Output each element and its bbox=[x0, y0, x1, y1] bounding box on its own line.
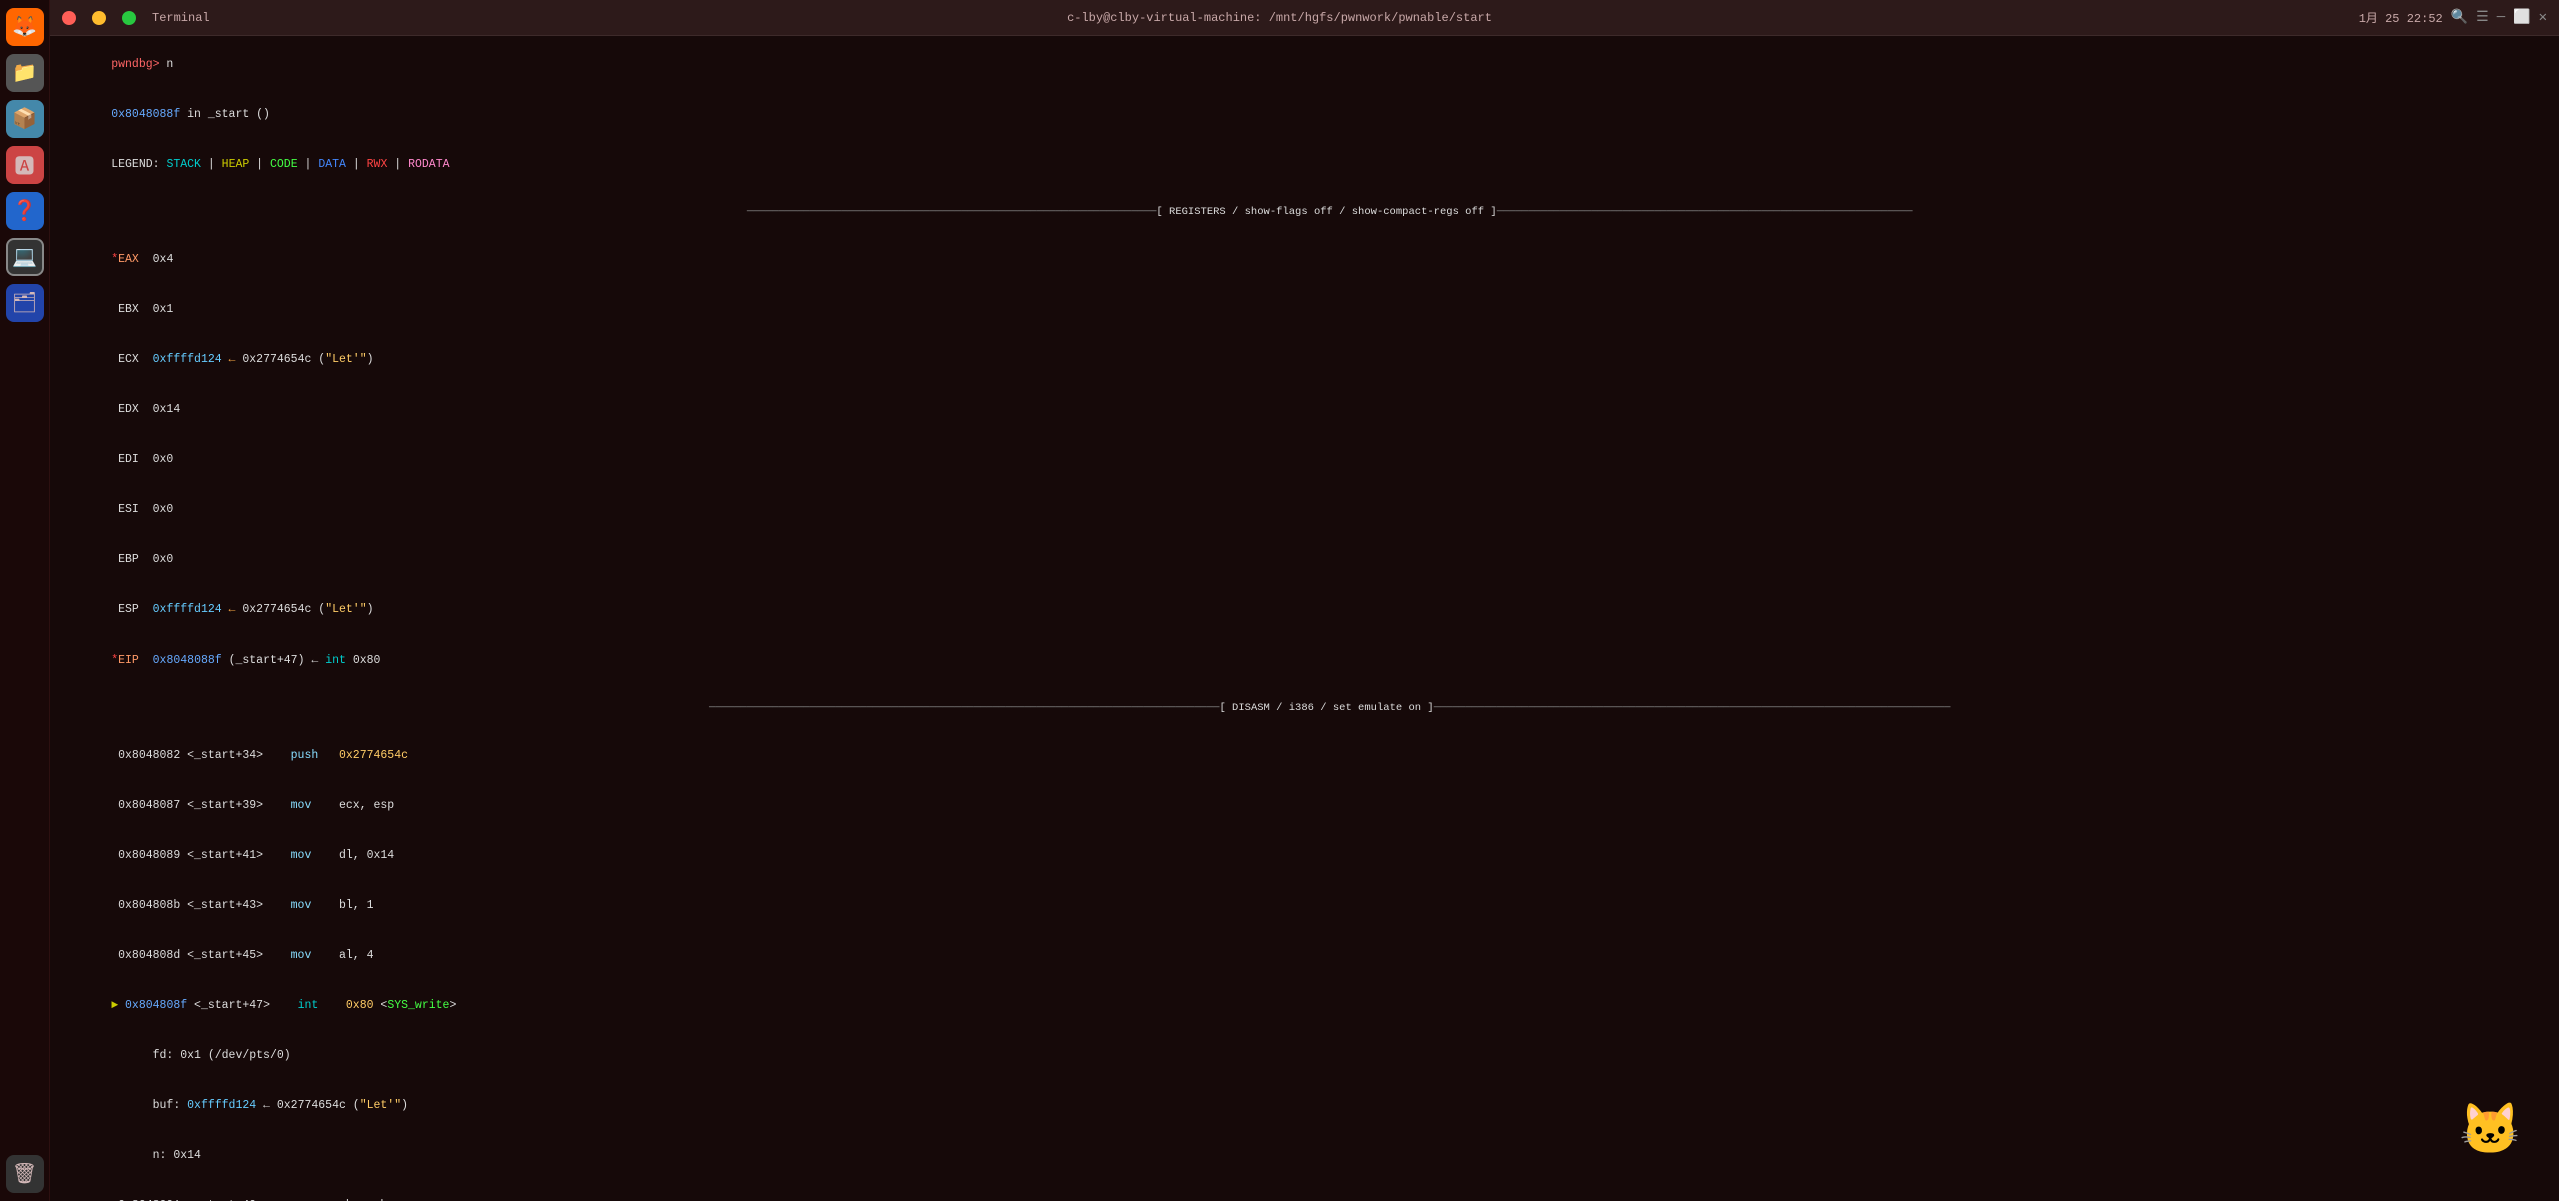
minimize-btn[interactable] bbox=[92, 11, 106, 25]
disasm-1: 0x8048082 <_start+34> push 0x2774654c bbox=[56, 732, 2553, 782]
legend-line: LEGEND: STACK | HEAP | CODE | DATA | RWX… bbox=[56, 140, 2553, 190]
reg-eax: *EAX 0x4 bbox=[56, 236, 2553, 286]
appstore-icon[interactable]: 🅰 bbox=[6, 146, 44, 184]
restore-icon[interactable]: ⬜ bbox=[2513, 9, 2530, 26]
disasm-3: 0x8048089 <_start+41> mov dl, 0x14 bbox=[56, 832, 2553, 882]
disasm-fd: fd: 0x1 (/dev/pts/0) bbox=[56, 1032, 2553, 1082]
addr-line: 0x8048088f in _start () bbox=[56, 90, 2553, 140]
taskbar: 🦊 📁 📦 🅰 ❓ 💻 🗂 🗑 bbox=[0, 0, 50, 1201]
disasm-buf: buf: 0xffffd124 ← 0x2774654c ("Let'") bbox=[56, 1082, 2553, 1132]
disasm-4: 0x804808b <_start+43> mov bl, 1 bbox=[56, 882, 2553, 932]
files-icon[interactable]: 📁 bbox=[6, 54, 44, 92]
software-icon[interactable]: 📦 bbox=[6, 100, 44, 138]
reg-esi: ESI 0x0 bbox=[56, 486, 2553, 536]
disasm-5: 0x804808d <_start+45> mov al, 4 bbox=[56, 932, 2553, 982]
reg-edx: EDX 0x14 bbox=[56, 386, 2553, 436]
menu-icon[interactable]: ☰ bbox=[2476, 9, 2489, 26]
time-display: 1月 25 22:52 bbox=[2359, 9, 2443, 26]
registers-header: ────────────────────────────────────────… bbox=[56, 190, 2553, 236]
main-content: Terminal c-lby@clby-virtual-machine: /mn… bbox=[50, 0, 2559, 1201]
close-btn[interactable] bbox=[62, 11, 76, 25]
reg-ebx: EBX 0x1 bbox=[56, 286, 2553, 336]
help-icon[interactable]: ❓ bbox=[6, 192, 44, 230]
titlebar-right: 1月 25 22:52 🔍 ☰ ─ ⬜ ✕ bbox=[2359, 9, 2547, 26]
titlebar-left: Terminal bbox=[62, 11, 210, 25]
minimize-icon[interactable]: ─ bbox=[2497, 10, 2505, 26]
search-icon[interactable]: 🔍 bbox=[2451, 9, 2468, 26]
maximize-btn[interactable] bbox=[122, 11, 136, 25]
terminal-icon[interactable]: 💻 bbox=[6, 238, 44, 276]
nautilus-icon[interactable]: 🗂 bbox=[6, 284, 44, 322]
firefox-icon[interactable]: 🦊 bbox=[6, 8, 44, 46]
disasm-6: 0x8048091 <_start+49> xor ebx, ebx bbox=[56, 1182, 2553, 1201]
disasm-current: ► 0x804808f <_start+47> int 0x80 <SYS_wr… bbox=[56, 982, 2553, 1032]
reg-edi: EDI 0x0 bbox=[56, 436, 2553, 486]
reg-ebp: EBP 0x0 bbox=[56, 536, 2553, 586]
disasm-n: n: 0x14 bbox=[56, 1132, 2553, 1182]
reg-eip: *EIP 0x8048088f (_start+47) ← int 0x80 bbox=[56, 636, 2553, 686]
disasm-header: ────────────────────────────────────────… bbox=[56, 686, 2553, 732]
window-close-icon[interactable]: ✕ bbox=[2539, 9, 2547, 26]
terminal-content[interactable]: pwndbg> n 0x8048088f in _start () LEGEND… bbox=[50, 36, 2559, 1201]
window-title: c-lby@clby-virtual-machine: /mnt/hgfs/pw… bbox=[1067, 11, 1492, 25]
reg-esp: ESP 0xffffd124 ← 0x2774654c ("Let'") bbox=[56, 586, 2553, 636]
trash-icon[interactable]: 🗑 bbox=[6, 1155, 44, 1193]
main-window: 🦊 📁 📦 🅰 ❓ 💻 🗂 🗑 bbox=[0, 0, 2559, 1201]
disasm-2: 0x8048087 <_start+39> mov ecx, esp bbox=[56, 782, 2553, 832]
titlebar: Terminal c-lby@clby-virtual-machine: /mn… bbox=[50, 0, 2559, 36]
app-title: Terminal bbox=[152, 11, 210, 25]
prompt-line-1: pwndbg> n bbox=[56, 40, 2553, 90]
reg-ecx: ECX 0xffffd124 ← 0x2774654c ("Let'") bbox=[56, 336, 2553, 386]
cat-decoration: 🐱 bbox=[2459, 1101, 2539, 1181]
